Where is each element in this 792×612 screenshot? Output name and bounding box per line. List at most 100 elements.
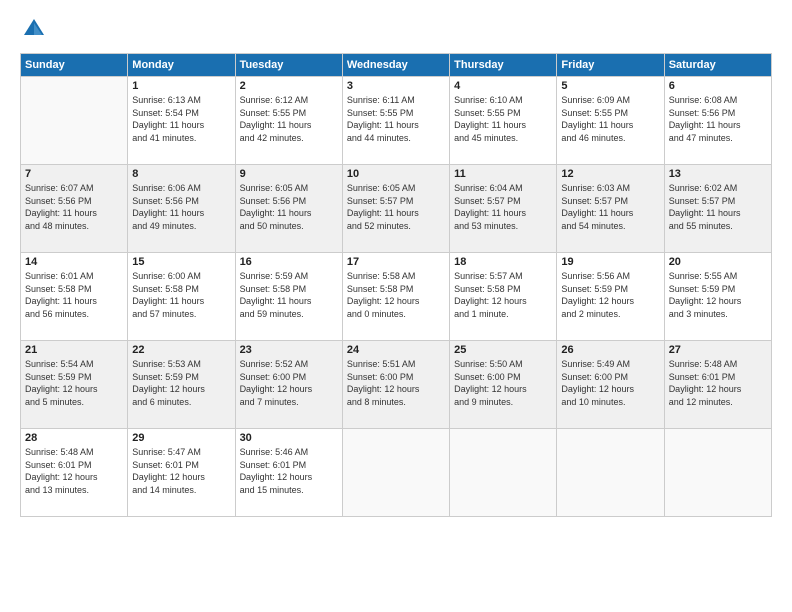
calendar-cell: 4Sunrise: 6:10 AM Sunset: 5:55 PM Daylig… [450, 77, 557, 165]
day-info: Sunrise: 5:59 AM Sunset: 5:58 PM Dayligh… [240, 270, 338, 320]
calendar-cell: 18Sunrise: 5:57 AM Sunset: 5:58 PM Dayli… [450, 253, 557, 341]
calendar-cell: 29 Sunrise: 5:47 AM Sunset: 6:01 PM Dayli… [128, 429, 235, 517]
calendar-cell: 10 Sunrise: 6:05 AM Sunset: 5:57 PM Dayli… [342, 165, 449, 253]
weekday-header-thursday: Thursday [450, 54, 557, 77]
day-number: 28 [25, 432, 123, 444]
day-info: Sunrise: 6:00 AM Sunset: 5:58 PM Dayligh… [132, 270, 230, 320]
calendar-cell: 25 Sunrise: 5:50 AM Sunset: 6:00 PM Dayli… [450, 341, 557, 429]
calendar-cell: 7 Sunrise: 6:07 AM Sunset: 5:56 PM Daylig… [21, 165, 128, 253]
calendar-cell: 8 Sunrise: 6:06 AM Sunset: 5:56 PM Daylig… [128, 165, 235, 253]
weekday-header-wednesday: Wednesday [342, 54, 449, 77]
calendar-cell: 1 Sunrise: 6:13 AM Sunset: 5:54 PM Daylig… [128, 77, 235, 165]
day-info: Sunrise: 6:01 AM Sunset: 5:58 PM Dayligh… [25, 270, 123, 320]
day-number: 30 [240, 432, 338, 444]
day-info: Sunrise: 5:51 AM Sunset: 6:00 PM Dayligh… [347, 358, 445, 408]
day-number: 2 [240, 80, 338, 92]
day-info: Sunrise: 5:53 AM Sunset: 5:59 PM Dayligh… [132, 358, 230, 408]
day-info: Sunrise: 5:50 AM Sunset: 6:00 PM Dayligh… [454, 358, 552, 408]
day-number: 15 [132, 256, 230, 268]
calendar-cell: 2 Sunrise: 6:12 AM Sunset: 5:55 PM Daylig… [235, 77, 342, 165]
calendar-cell: 19 Sunrise: 5:56 AM Sunset: 5:59 PM Dayli… [557, 253, 664, 341]
page-header [20, 15, 772, 43]
day-number: 14 [25, 256, 123, 268]
day-number: 11 [454, 168, 552, 180]
day-info: Sunrise: 5:58 AM Sunset: 5:58 PM Dayligh… [347, 270, 445, 320]
day-number: 25 [454, 344, 552, 356]
day-info: Sunrise: 6:07 AM Sunset: 5:56 PM Dayligh… [25, 182, 123, 232]
day-info: Sunrise: 5:48 AM Sunset: 6:01 PM Dayligh… [25, 446, 123, 496]
day-info: Sunrise: 5:56 AM Sunset: 5:59 PM Dayligh… [561, 270, 659, 320]
calendar-cell: 15 Sunrise: 6:00 AM Sunset: 5:58 PM Dayli… [128, 253, 235, 341]
day-number: 12 [561, 168, 659, 180]
day-number: 8 [132, 168, 230, 180]
calendar-cell: 13 Sunrise: 6:02 AM Sunset: 5:57 PM Dayli… [664, 165, 771, 253]
day-info: Sunrise: 6:02 AM Sunset: 5:57 PM Dayligh… [669, 182, 767, 232]
day-info: Sunrise: 5:52 AM Sunset: 6:00 PM Dayligh… [240, 358, 338, 408]
calendar-week-5: 28 Sunrise: 5:48 AM Sunset: 6:01 PM Dayli… [21, 429, 772, 517]
day-number: 26 [561, 344, 659, 356]
calendar-cell: 20 Sunrise: 5:55 AM Sunset: 5:59 PM Dayli… [664, 253, 771, 341]
day-info: Sunrise: 6:12 AM Sunset: 5:55 PM Dayligh… [240, 94, 338, 144]
calendar-week-1: 1 Sunrise: 6:13 AM Sunset: 5:54 PM Daylig… [21, 77, 772, 165]
calendar-cell [557, 429, 664, 517]
calendar-cell: 16 Sunrise: 5:59 AM Sunset: 5:58 PM Dayli… [235, 253, 342, 341]
day-number: 19 [561, 256, 659, 268]
calendar-week-2: 7 Sunrise: 6:07 AM Sunset: 5:56 PM Daylig… [21, 165, 772, 253]
day-info: Sunrise: 6:08 AM Sunset: 5:56 PM Dayligh… [669, 94, 767, 144]
calendar-cell: 23 Sunrise: 5:52 AM Sunset: 6:00 PM Dayli… [235, 341, 342, 429]
day-info: Sunrise: 5:46 AM Sunset: 6:01 PM Dayligh… [240, 446, 338, 496]
calendar-cell: 28 Sunrise: 5:48 AM Sunset: 6:01 PM Dayli… [21, 429, 128, 517]
day-number: 6 [669, 80, 767, 92]
day-info: Sunrise: 5:47 AM Sunset: 6:01 PM Dayligh… [132, 446, 230, 496]
calendar-week-4: 21Sunrise: 5:54 AM Sunset: 5:59 PM Dayli… [21, 341, 772, 429]
day-info: Sunrise: 5:48 AM Sunset: 6:01 PM Dayligh… [669, 358, 767, 408]
day-number: 7 [25, 168, 123, 180]
day-number: 4 [454, 80, 552, 92]
day-info: Sunrise: 5:49 AM Sunset: 6:00 PM Dayligh… [561, 358, 659, 408]
day-info: Sunrise: 6:04 AM Sunset: 5:57 PM Dayligh… [454, 182, 552, 232]
calendar-cell: 6 Sunrise: 6:08 AM Sunset: 5:56 PM Daylig… [664, 77, 771, 165]
day-info: Sunrise: 6:09 AM Sunset: 5:55 PM Dayligh… [561, 94, 659, 144]
day-number: 17 [347, 256, 445, 268]
calendar-cell [664, 429, 771, 517]
calendar-cell: 14 Sunrise: 6:01 AM Sunset: 5:58 PM Dayli… [21, 253, 128, 341]
day-number: 20 [669, 256, 767, 268]
day-info: Sunrise: 6:05 AM Sunset: 5:56 PM Dayligh… [240, 182, 338, 232]
weekday-header-tuesday: Tuesday [235, 54, 342, 77]
day-info: Sunrise: 5:55 AM Sunset: 5:59 PM Dayligh… [669, 270, 767, 320]
day-info: Sunrise: 6:06 AM Sunset: 5:56 PM Dayligh… [132, 182, 230, 232]
day-info: Sunrise: 5:57 AM Sunset: 5:58 PM Dayligh… [454, 270, 552, 320]
day-info: Sunrise: 6:03 AM Sunset: 5:57 PM Dayligh… [561, 182, 659, 232]
calendar-cell [342, 429, 449, 517]
day-number: 27 [669, 344, 767, 356]
weekday-header-saturday: Saturday [664, 54, 771, 77]
day-info: Sunrise: 6:05 AM Sunset: 5:57 PM Dayligh… [347, 182, 445, 232]
calendar-week-3: 14 Sunrise: 6:01 AM Sunset: 5:58 PM Dayli… [21, 253, 772, 341]
day-number: 13 [669, 168, 767, 180]
logo [20, 15, 52, 43]
day-number: 1 [132, 80, 230, 92]
weekday-header-sunday: Sunday [21, 54, 128, 77]
day-info: Sunrise: 6:11 AM Sunset: 5:55 PM Dayligh… [347, 94, 445, 144]
calendar-cell: 30 Sunrise: 5:46 AM Sunset: 6:01 PM Dayli… [235, 429, 342, 517]
day-info: Sunrise: 5:54 AM Sunset: 5:59 PM Dayligh… [25, 358, 123, 408]
calendar-cell [21, 77, 128, 165]
day-number: 29 [132, 432, 230, 444]
weekday-header-friday: Friday [557, 54, 664, 77]
calendar-cell: 27 Sunrise: 5:48 AM Sunset: 6:01 PM Dayli… [664, 341, 771, 429]
weekday-header-row: SundayMondayTuesdayWednesdayThursdayFrid… [21, 54, 772, 77]
calendar-cell: 12 Sunrise: 6:03 AM Sunset: 5:57 PM Dayli… [557, 165, 664, 253]
day-number: 5 [561, 80, 659, 92]
day-number: 22 [132, 344, 230, 356]
day-number: 10 [347, 168, 445, 180]
day-info: Sunrise: 6:13 AM Sunset: 5:54 PM Dayligh… [132, 94, 230, 144]
weekday-header-monday: Monday [128, 54, 235, 77]
calendar-cell: 5 Sunrise: 6:09 AM Sunset: 5:55 PM Daylig… [557, 77, 664, 165]
day-number: 9 [240, 168, 338, 180]
calendar-cell: 21Sunrise: 5:54 AM Sunset: 5:59 PM Dayli… [21, 341, 128, 429]
calendar-cell: 17 Sunrise: 5:58 AM Sunset: 5:58 PM Dayli… [342, 253, 449, 341]
calendar: SundayMondayTuesdayWednesdayThursdayFrid… [20, 53, 772, 517]
calendar-cell: 9 Sunrise: 6:05 AM Sunset: 5:56 PM Daylig… [235, 165, 342, 253]
day-number: 23 [240, 344, 338, 356]
day-number: 16 [240, 256, 338, 268]
